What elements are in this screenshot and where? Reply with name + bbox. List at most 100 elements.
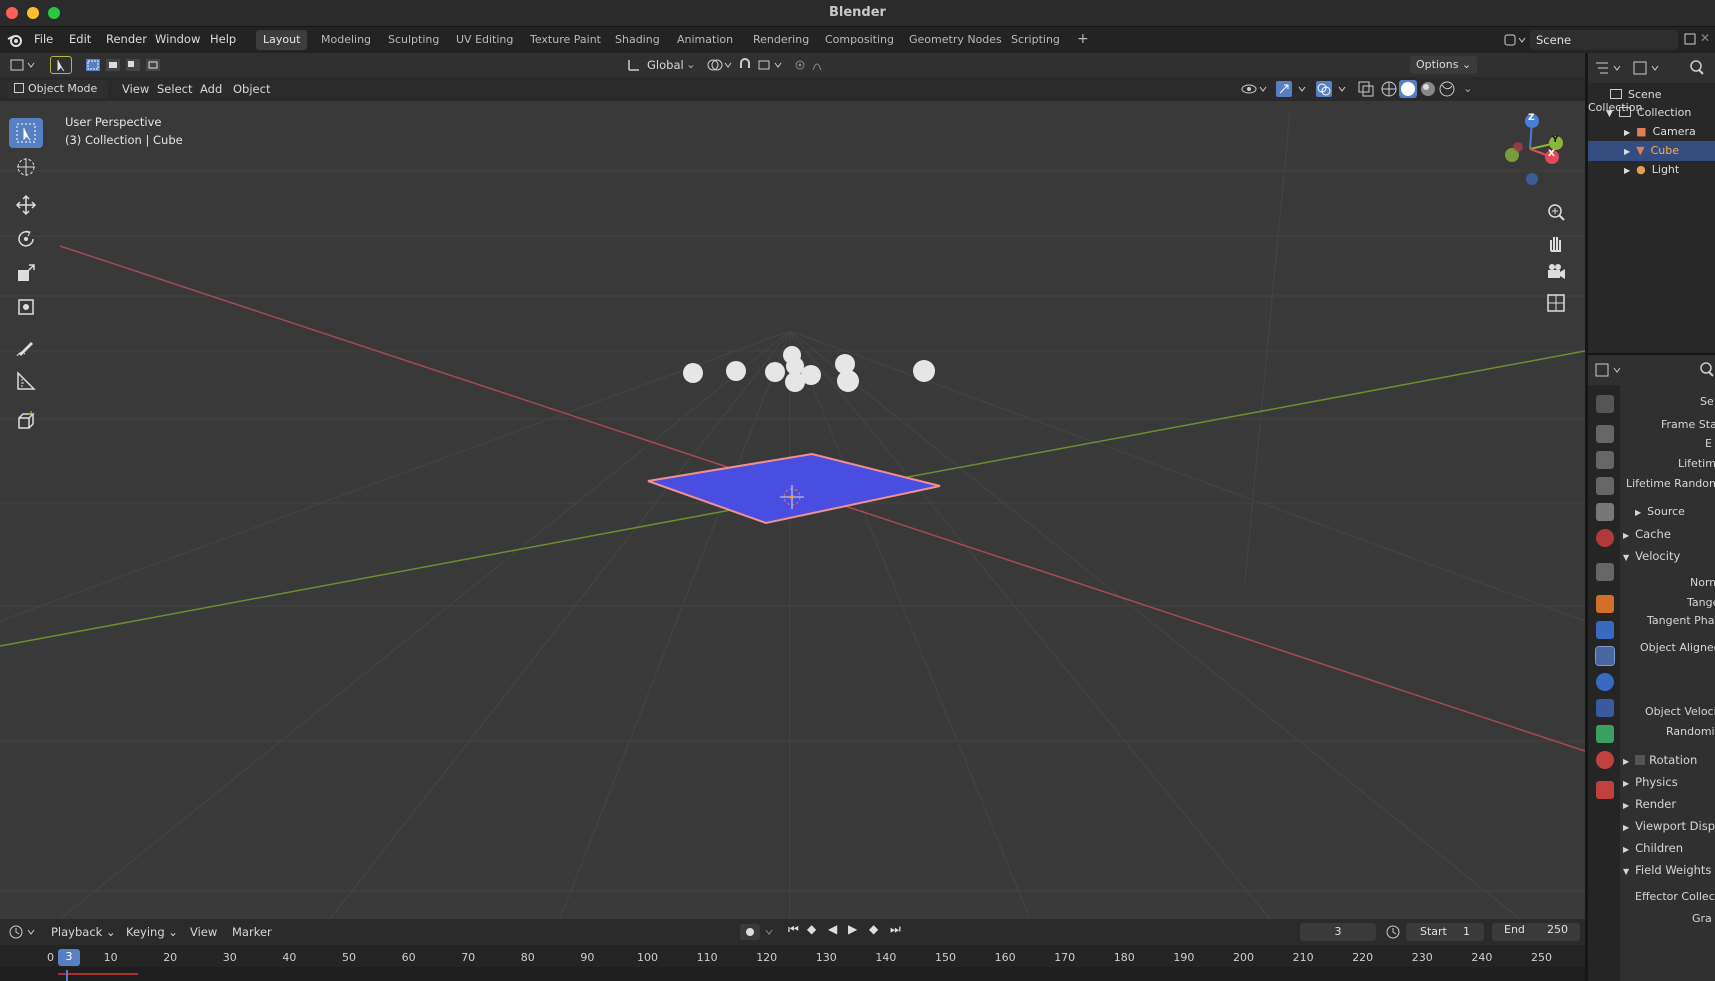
particles-tab-icon[interactable] [1595, 646, 1615, 666]
menu-view[interactable]: View [122, 82, 149, 96]
jump-to-previous-keyframe-button[interactable]: ◆ [807, 922, 816, 936]
outliner-editor-type-icon[interactable] [1594, 60, 1624, 76]
tab-texture-paint[interactable]: Texture Paint [523, 30, 608, 50]
menu-file[interactable]: File [34, 32, 53, 46]
jump-to-next-keyframe-button[interactable]: ◆ [869, 922, 878, 936]
delete-scene-icon[interactable]: ✕ [1700, 31, 1710, 45]
outliner-item-light[interactable]: ▶ ● Light [1588, 160, 1715, 180]
outliner-item-camera[interactable]: ▶ ■ Camera [1588, 122, 1715, 142]
tab-sculpting[interactable]: Sculpting [381, 30, 446, 50]
prop-frame-end[interactable]: E [1705, 437, 1712, 450]
rotate-tool[interactable] [9, 224, 43, 254]
add-cube-tool[interactable] [9, 406, 43, 436]
physics-tab-icon[interactable] [1596, 673, 1614, 691]
expand-arrow-icon[interactable]: ▶ [1624, 166, 1630, 175]
prop-seed[interactable]: Se [1700, 395, 1714, 408]
properties-editor-type-icon[interactable] [1594, 362, 1624, 378]
tab-layout[interactable]: Layout [256, 30, 308, 50]
tab-animation[interactable]: Animation [670, 30, 740, 50]
blender-logo-icon[interactable] [7, 32, 23, 51]
transform-orientation-dropdown[interactable]: Global [647, 58, 684, 72]
expand-arrow-icon[interactable]: ▶ [1624, 128, 1630, 137]
camera-view-icon[interactable] [1544, 261, 1568, 285]
material-tab-icon[interactable] [1596, 751, 1614, 769]
pan-hand-icon[interactable] [1544, 231, 1568, 255]
prop-frame-start[interactable]: Frame Sta [1661, 418, 1715, 431]
scene-tab-icon[interactable] [1596, 503, 1614, 521]
editor-type-icon[interactable] [8, 56, 38, 74]
tool-tab-icon[interactable] [1596, 395, 1614, 413]
area-divider[interactable] [1585, 53, 1588, 981]
menu-select[interactable]: Select [157, 82, 192, 96]
panel-cache[interactable]: ▶ Cache [1623, 527, 1671, 541]
timeline-editor-type-icon[interactable] [8, 924, 38, 940]
scene-selector-icon[interactable] [1503, 32, 1527, 48]
panel-field-weights[interactable]: ▼ Field Weights [1623, 863, 1711, 877]
display-mode-icon[interactable] [1632, 60, 1662, 76]
rotation-checkbox[interactable] [1635, 755, 1646, 765]
outliner-scene-collection[interactable]: Scene Collection [1588, 85, 1715, 114]
overlays-icon[interactable] [1315, 80, 1351, 98]
menu-render[interactable]: Render [106, 32, 147, 46]
menu-help[interactable]: Help [210, 32, 236, 46]
menu-window[interactable]: Window [155, 32, 200, 46]
gizmo-toggle-icon[interactable] [1275, 80, 1311, 98]
tab-scripting[interactable]: Scripting [1004, 30, 1067, 50]
shading-mode-icons[interactable] [1380, 80, 1460, 98]
prop-tangent[interactable]: Tange [1687, 596, 1715, 609]
proportional-editing-icon[interactable] [793, 56, 833, 74]
current-frame-field[interactable]: 3 [1300, 923, 1376, 941]
object-tab-icon[interactable] [1596, 595, 1614, 613]
plane-emitter-object[interactable] [647, 452, 941, 525]
move-tool[interactable] [9, 190, 43, 220]
playhead[interactable]: 3 [58, 949, 80, 966]
area-divider[interactable] [1588, 353, 1715, 355]
record-icon[interactable] [740, 924, 780, 940]
panel-viewport-display[interactable]: ▶ Viewport Displ [1623, 819, 1715, 833]
tab-uv-editing[interactable]: UV Editing [449, 30, 520, 50]
modifiers-tab-icon[interactable] [1596, 621, 1614, 639]
shading-options-chevron-icon[interactable]: ⌄ [1463, 81, 1473, 95]
snap-icon[interactable] [737, 56, 787, 74]
menu-timeline-view[interactable]: View [190, 925, 217, 939]
expand-arrow-icon[interactable]: ▼ [1606, 109, 1613, 119]
jump-to-start-button[interactable]: ⏮ [788, 922, 799, 937]
menu-edit[interactable]: Edit [69, 32, 91, 46]
preview-range-clock-icon[interactable] [1384, 924, 1402, 940]
tab-rendering[interactable]: Rendering [746, 30, 816, 50]
visibility-icon[interactable] [1240, 80, 1270, 98]
panel-rotation[interactable]: ▶ Rotation [1623, 753, 1697, 767]
menu-keying[interactable]: Keying ⌄ [126, 925, 178, 939]
panel-physics[interactable]: ▶ Physics [1623, 775, 1678, 789]
scene-name-field[interactable]: Scene [1530, 30, 1678, 50]
menu-object[interactable]: Object [233, 82, 270, 96]
outliner-item-cube[interactable]: ▶ ▼ Cube [1588, 141, 1715, 161]
panel-source[interactable]: ▶ Source [1635, 505, 1685, 518]
render-tab-icon[interactable] [1596, 425, 1614, 443]
cursor-tool[interactable] [9, 152, 43, 182]
timeline-ruler[interactable]: 3 0 10 20 30 40 50 60 70 80 90 100 110 120 130 140 150 1… [0, 945, 1585, 981]
output-tab-icon[interactable] [1596, 451, 1614, 469]
constraints-tab-icon[interactable] [1596, 699, 1614, 717]
scale-tool[interactable] [9, 258, 43, 288]
world-tab-icon[interactable] [1596, 529, 1614, 547]
prop-object-aligned[interactable]: Object Aligned [1640, 641, 1715, 654]
ortho-grid-icon[interactable] [1544, 291, 1568, 315]
panel-children[interactable]: ▶ Children [1623, 841, 1683, 855]
start-frame-field[interactable]: Start 1 [1406, 923, 1484, 941]
collection-tab-icon[interactable] [1596, 563, 1614, 581]
view-layer-tab-icon[interactable] [1596, 477, 1614, 495]
panel-render[interactable]: ▶ Render [1623, 797, 1676, 811]
selection-mode-icons[interactable] [84, 57, 168, 73]
properties-search-icon[interactable] [1698, 361, 1715, 379]
pivot-point-icon[interactable] [705, 56, 735, 74]
outliner-collection[interactable]: ▼ Collection [1588, 103, 1715, 123]
gizmo-neg-z-icon[interactable] [1526, 173, 1538, 185]
play-reverse-button[interactable]: ◀ [828, 922, 837, 936]
add-workspace-button[interactable]: + [1070, 28, 1096, 48]
options-dropdown[interactable]: Options ⌄ [1410, 56, 1478, 74]
panel-velocity[interactable]: ▼ Velocity [1623, 549, 1680, 563]
zoom-icon[interactable] [1544, 201, 1568, 225]
menu-add[interactable]: Add [200, 82, 222, 96]
select-box-tool[interactable] [9, 118, 43, 148]
